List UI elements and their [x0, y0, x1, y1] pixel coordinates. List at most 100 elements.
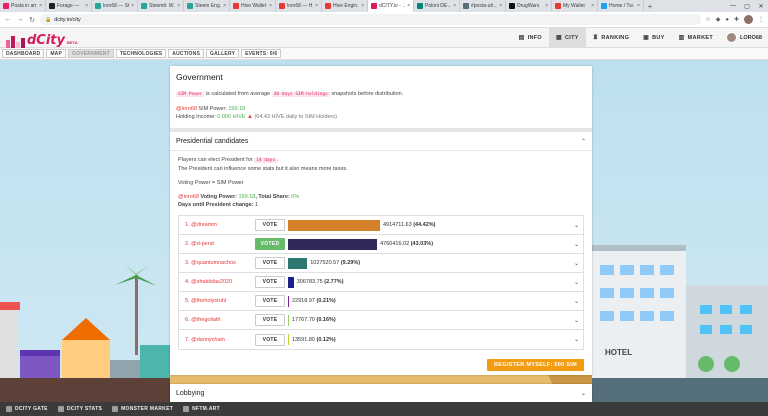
candidate-row[interactable]: 5. @theholystuhl VOTE 22918.97 (0.21%) ⌄ [179, 292, 583, 311]
candidate-row[interactable]: 2. @d-pend VOTED 4760416.02 (43.03%) ⌄ [179, 235, 583, 254]
vote-value: 17767.70 (0.16%) [292, 317, 336, 323]
candidate-name[interactable]: 1. @dreamm [185, 222, 255, 228]
window-close-icon[interactable]: ✕ [754, 0, 768, 12]
chevron-down-icon[interactable]: ⌄ [574, 317, 579, 324]
browser-tab[interactable]: Forage — × [46, 0, 92, 12]
browser-tab[interactable]: loro68 — H…× [276, 0, 322, 12]
holding-income-value: 0.000 HIVE [217, 114, 246, 120]
tab-close-icon[interactable]: × [545, 3, 548, 9]
tab-close-icon[interactable]: × [85, 3, 88, 9]
chevron-down-icon[interactable]: ⌄ [574, 222, 579, 229]
tab-close-icon[interactable]: × [315, 3, 318, 9]
forward-icon[interactable]: → [16, 16, 24, 23]
logo-text: dCity [27, 32, 65, 48]
browser-tab[interactable]: Hive Wallet × [230, 0, 276, 12]
reload-icon[interactable]: ↻ [28, 16, 36, 24]
subnav-tab-government[interactable]: GOVERNMENT [68, 49, 114, 58]
info-icon: ▤ [518, 35, 525, 41]
voted-button[interactable]: VOTED [255, 238, 285, 250]
keychain-icon[interactable]: ● [725, 17, 729, 23]
candidate-name[interactable]: 4. @shaktidas2020 [185, 279, 255, 285]
browser-tab[interactable]: Steem Eng…× [184, 0, 230, 12]
nav-buy[interactable]: ▣ BUY [636, 28, 672, 48]
footer-link[interactable]: DCITY GATE [6, 406, 48, 412]
vote-button[interactable]: VOTE [255, 257, 285, 269]
chevron-down-icon[interactable]: ⌄ [574, 336, 579, 343]
maximize-icon[interactable]: ▢ [740, 0, 754, 12]
tab-close-icon[interactable]: × [637, 3, 640, 9]
new-tab-button[interactable]: + [644, 0, 656, 12]
nav-ranking[interactable]: ♜ RANKING [586, 28, 636, 48]
url-field[interactable]: 🔒 dcity.io/city [40, 14, 702, 25]
lobbying-header[interactable]: Lobbying ⌄ [170, 384, 592, 402]
footer-link[interactable]: DCITY STATS [57, 406, 102, 412]
tab-close-icon[interactable]: × [39, 3, 42, 9]
tab-close-icon[interactable]: × [177, 3, 180, 9]
browser-tab[interactable]: loro68 — St…× [92, 0, 138, 12]
user-link[interactable]: @loro68 [178, 194, 199, 200]
tab-close-icon[interactable]: × [223, 3, 226, 9]
footer-link[interactable]: MONSTER MARKET [112, 406, 173, 412]
subnav-tab-map[interactable]: MAP [46, 49, 67, 58]
browser-tab[interactable]: #posta-uti… × [460, 0, 506, 12]
candidate-name[interactable]: 3. @quantumnachos [185, 260, 255, 266]
candidate-row[interactable]: 1. @dreamm VOTE 4914711.63 (44.42%) ⌄ [179, 216, 583, 235]
vote-button[interactable]: VOTE [255, 314, 285, 326]
vote-button[interactable]: VOTE [255, 276, 285, 288]
subnav-tab-auctions[interactable]: AUCTIONS [168, 49, 204, 58]
vote-button[interactable]: VOTE [255, 219, 285, 231]
browser-tab[interactable]: Home / Tw… × [598, 0, 644, 12]
browser-tab[interactable]: Steemit: W…× [138, 0, 184, 12]
puzzle-icon[interactable]: ✚ [734, 16, 739, 23]
user-link[interactable]: @loro68 [176, 106, 197, 112]
subnav-tab-technologies[interactable]: TECHNOLOGIES [115, 49, 167, 58]
minimize-icon[interactable]: — [726, 0, 740, 12]
chevron-down-icon[interactable]: ⌄ [574, 241, 579, 248]
browser-tab[interactable]: dCITY.io - … × [368, 0, 414, 12]
menu-icon[interactable]: ⋮ [758, 16, 764, 23]
chevron-up-icon[interactable]: ⌃ [581, 138, 586, 145]
profile-avatar[interactable] [744, 15, 753, 24]
candidate-name[interactable]: 5. @theholystuhl [185, 298, 255, 304]
candidate-name[interactable]: 6. @thegoliath [185, 317, 255, 323]
tab-close-icon[interactable]: × [499, 3, 502, 9]
candidate-row[interactable]: 6. @thegoliath VOTE 17767.70 (0.16%) ⌄ [179, 311, 583, 330]
browser-tab[interactable]: Hive Engin…× [322, 0, 368, 12]
chevron-down-icon[interactable]: ⌄ [574, 298, 579, 305]
register-button[interactable]: REGISTER MYSELF: 500 SIM [487, 359, 584, 371]
back-icon[interactable]: ← [4, 16, 12, 23]
tab-close-icon[interactable]: × [361, 3, 364, 9]
browser-tab[interactable]: My Wallet × [552, 0, 598, 12]
chevron-down-icon[interactable]: ⌄ [574, 260, 579, 267]
vote-button[interactable]: VOTE [255, 333, 285, 346]
footer-link[interactable]: NFTM.ART [183, 406, 220, 412]
tab-close-icon[interactable]: × [591, 3, 594, 9]
candidate-row[interactable]: 4. @shaktidas2020 VOTE 306783.75 (2.77%) ⌄ [179, 273, 583, 292]
browser-tab[interactable]: Posta in arr…× [0, 0, 46, 12]
extensions-icon[interactable]: ◆ [716, 16, 721, 23]
user-menu[interactable]: LORO68 [720, 32, 768, 43]
dcity-logo[interactable]: dCity BETA [0, 28, 78, 48]
browser-tab[interactable]: DrugWars × [506, 0, 552, 12]
tab-favicon-icon [95, 3, 101, 9]
candidate-row[interactable]: 7. @dannychain VOTE 13591.80 (0.12%) ⌄ [179, 330, 583, 349]
chevron-down-icon[interactable]: ⌄ [574, 279, 579, 286]
star-icon[interactable]: ☆ [705, 16, 710, 23]
vote-button[interactable]: VOTE [255, 295, 285, 307]
nav-info[interactable]: ▤ INFO [512, 28, 549, 48]
tab-close-icon[interactable]: × [453, 3, 456, 9]
chevron-down-icon[interactable]: ⌄ [581, 390, 586, 397]
subnav-tab-events-0-6[interactable]: EVENTS: 0/6 [241, 49, 282, 58]
tab-close-icon[interactable]: × [407, 3, 410, 9]
candidate-name[interactable]: 2. @d-pend [185, 241, 255, 247]
tab-close-icon[interactable]: × [131, 3, 134, 9]
tab-close-icon[interactable]: × [269, 3, 272, 9]
presidential-header[interactable]: Presidential candidates ⌃ [170, 132, 592, 151]
nav-city[interactable]: ▦ CITY [548, 27, 586, 48]
candidate-row[interactable]: 3. @quantumnachos VOTE 1027520.57 (9.29%) ⌄ [179, 254, 583, 273]
subnav-tab-gallery[interactable]: GALLERY [206, 49, 240, 58]
browser-tab[interactable]: Poloni DE… × [414, 0, 460, 12]
subnav-tab-dashboard[interactable]: DASHBOARD [2, 49, 45, 58]
candidate-name[interactable]: 7. @dannychain [185, 337, 255, 343]
nav-market[interactable]: ▥ MARKET [672, 28, 720, 48]
